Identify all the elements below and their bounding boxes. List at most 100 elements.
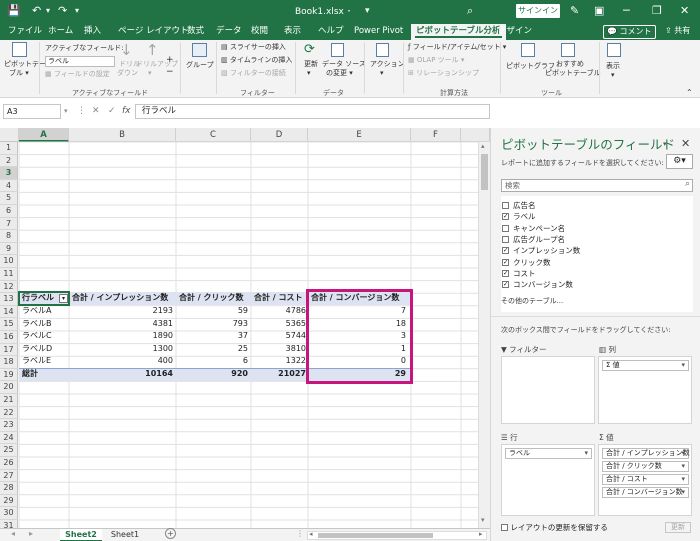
namebox-dropdown-icon[interactable]: ▾ xyxy=(64,105,68,117)
row-header[interactable]: 5 xyxy=(0,192,18,205)
group-icon[interactable] xyxy=(192,43,207,57)
vertical-scroll-thumb[interactable] xyxy=(481,154,488,190)
row-header[interactable]: 12 xyxy=(0,280,18,294)
pane-close-icon[interactable]: ✕ xyxy=(681,137,690,150)
field-item[interactable]: ✓ インプレッション数 xyxy=(501,245,691,256)
ribbon-display-icon[interactable]: ▣ xyxy=(594,3,604,19)
sheet-tab-sheet2[interactable]: Sheet2 xyxy=(60,529,102,541)
row-header[interactable]: 2 xyxy=(0,154,18,168)
tab-review[interactable]: 校閲 xyxy=(250,25,269,37)
pivot-cell-impressions[interactable]: 2193 xyxy=(70,305,175,317)
collapse-ribbon-icon[interactable]: ⌃ xyxy=(686,88,693,97)
row-header[interactable]: 16 xyxy=(0,331,18,344)
group-button-label[interactable]: グループ xyxy=(186,61,214,70)
row-header[interactable]: 18 xyxy=(0,356,18,369)
tools-gear-icon[interactable]: ⚙▾ xyxy=(666,154,693,169)
sheet-tab-sheet1[interactable]: Sheet1 xyxy=(104,529,146,541)
row-header[interactable]: 7 xyxy=(0,217,18,231)
row-header[interactable]: 17 xyxy=(0,343,18,357)
row-header[interactable]: 23 xyxy=(0,419,18,432)
pivot-cell-label[interactable]: ラベルD xyxy=(20,343,68,355)
refresh-label-1[interactable]: 更新 xyxy=(304,60,318,69)
prev-sheet-icon[interactable]: ◂ xyxy=(11,529,15,538)
pivot-cell-clicks[interactable]: 59 xyxy=(177,305,250,317)
tab-insert[interactable]: 挿入 xyxy=(83,25,102,37)
action-dropdown-icon[interactable]: ▾ xyxy=(380,69,384,78)
horizontal-scroll-thumb[interactable] xyxy=(318,533,433,538)
tab-split-icon[interactable]: ⋮ xyxy=(296,529,304,538)
tab-page-layout[interactable]: ページ レイアウト xyxy=(117,25,190,37)
field-checkbox[interactable]: ✓ xyxy=(502,270,509,277)
recommended-label-2[interactable]: ピボットテーブル xyxy=(545,69,601,78)
action-label[interactable]: アクション xyxy=(370,60,405,69)
values-chip-cost[interactable]: 合計 / コスト xyxy=(602,474,689,485)
horizontal-scrollbar[interactable]: ◂ ▸ xyxy=(307,530,487,540)
row-header[interactable]: 14 xyxy=(0,305,18,319)
tab-pivottable-analyze[interactable]: ピボットテーブル分析 xyxy=(411,24,506,40)
recommended-label-1[interactable]: おすすめ xyxy=(556,60,584,69)
tab-power-pivot[interactable]: Power Pivot xyxy=(353,25,404,37)
row-header[interactable]: 15 xyxy=(0,318,18,331)
field-checkbox[interactable]: ✓ xyxy=(502,213,509,221)
autosave-icon[interactable]: 💾 xyxy=(7,3,21,19)
title-dropdown-icon[interactable]: ▾ xyxy=(365,3,370,19)
tab-help[interactable]: ヘルプ xyxy=(317,25,345,37)
scroll-left-icon[interactable]: ◂ xyxy=(309,530,313,538)
pivot-header-impressions[interactable]: 合計 / インプレッション数 xyxy=(70,292,175,304)
show-dropdown-icon[interactable]: ▾ xyxy=(611,71,615,80)
values-area[interactable]: 合計 / インプレッション数 合計 / クリック数 合計 / コスト 合計 / … xyxy=(598,444,692,516)
add-sheet-icon[interactable]: + xyxy=(165,528,176,539)
tab-file[interactable]: ファイル xyxy=(7,25,43,37)
columns-area[interactable]: Σ 値 xyxy=(598,356,692,424)
row-header[interactable]: 25 xyxy=(0,444,18,457)
pivot-cell-clicks[interactable]: 25 xyxy=(177,343,250,355)
name-box[interactable]: A3 xyxy=(3,104,61,119)
row-header[interactable]: 31 xyxy=(0,520,18,528)
restore-button[interactable]: ❐ xyxy=(652,3,662,19)
pivottable-label-2[interactable]: ブル ▾ xyxy=(9,69,29,78)
pivot-cell-label[interactable]: ラベルC xyxy=(20,330,68,342)
pivot-cell-impressions[interactable]: 1300 xyxy=(70,343,175,355)
tab-data[interactable]: データ xyxy=(215,25,243,37)
pivot-total-impressions[interactable]: 10164 xyxy=(70,368,175,380)
undo-icon[interactable]: ↶ xyxy=(32,3,41,19)
refresh-label-2[interactable]: ▾ xyxy=(307,69,311,78)
pivot-cell-cost[interactable]: 4786 xyxy=(252,305,308,317)
pivot-cell-cost[interactable]: 1322 xyxy=(252,355,308,367)
field-item[interactable]: ✓ ラベル xyxy=(501,211,691,222)
pivot-total-cost[interactable]: 21027 xyxy=(252,368,308,380)
field-item[interactable]: 広告名 xyxy=(501,200,691,211)
vertical-scrollbar[interactable]: ▴ ▾ xyxy=(478,142,490,528)
more-tables-link[interactable]: その他のテーブル... xyxy=(501,296,563,306)
field-item[interactable]: ✓ クリック数 xyxy=(501,257,691,268)
field-checkbox[interactable]: ✓ xyxy=(502,258,509,266)
row-header[interactable]: 8 xyxy=(0,230,18,243)
row-header[interactable]: 27 xyxy=(0,469,18,483)
filters-area[interactable] xyxy=(501,356,595,424)
pivot-cell-label[interactable]: ラベルE xyxy=(20,355,68,367)
quick-access-customize-icon[interactable]: ▾ xyxy=(75,3,79,19)
action-icon[interactable] xyxy=(376,43,389,57)
row-header[interactable]: 6 xyxy=(0,205,18,218)
enter-icon[interactable]: ✓ xyxy=(108,105,116,117)
insert-timeline-button[interactable]: ▥ タイムラインの挿入 xyxy=(221,56,292,65)
row-header[interactable]: 11 xyxy=(0,268,18,281)
pivot-cell-impressions[interactable]: 4381 xyxy=(70,318,175,330)
formula-input[interactable]: 行ラベル xyxy=(135,104,490,119)
share-button[interactable]: ⇪ 共有 xyxy=(665,25,690,37)
collapse-icon[interactable]: − xyxy=(166,68,174,77)
comment-button[interactable]: 💬 コメント xyxy=(603,25,656,39)
row-header[interactable]: 21 xyxy=(0,394,18,407)
field-checkbox[interactable] xyxy=(502,235,509,243)
row-header[interactable]: 19 xyxy=(0,368,18,382)
values-chip-impressions[interactable]: 合計 / インプレッション数 xyxy=(602,448,690,459)
scroll-down-icon[interactable]: ▾ xyxy=(481,516,485,524)
tab-home[interactable]: ホーム xyxy=(47,25,74,37)
row-header[interactable]: 3 xyxy=(0,167,18,180)
active-field-input[interactable]: ラベル xyxy=(45,56,115,67)
pivot-cell-label[interactable]: ラベルB xyxy=(20,318,68,330)
olap-tools-button[interactable]: ▦ OLAP ツール ▾ xyxy=(408,56,464,65)
relationships-button[interactable]: ⊞ リレーションシップ xyxy=(408,69,479,78)
datasource-label-1[interactable]: データ ソース xyxy=(322,60,366,69)
pivot-cell-cost[interactable]: 3810 xyxy=(252,343,308,355)
